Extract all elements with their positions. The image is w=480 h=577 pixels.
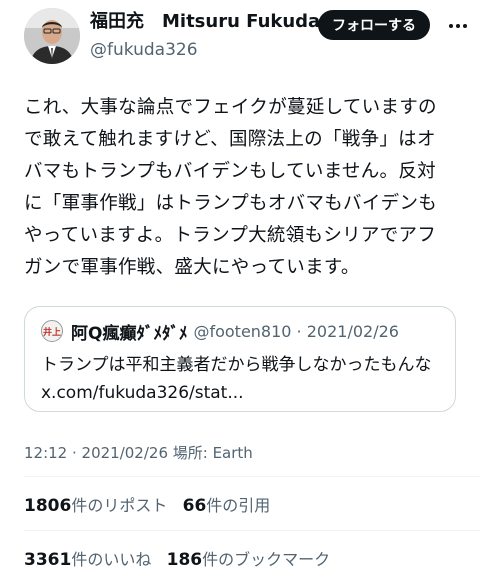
quoted-handle-date: @footen810 · 2021/02/26 xyxy=(193,321,399,341)
tweet-header: 福田充 Mitsuru Fukuda @fukuda326 フォローする xyxy=(0,0,480,80)
divider xyxy=(24,530,480,531)
likes-stat[interactable]: 3361件のいいね xyxy=(24,550,152,570)
bookmarks-count: 186 xyxy=(166,550,203,570)
quoted-display-name[interactable]: 阿Q瘋癲ﾀﾞﾒﾀﾞﾒ xyxy=(71,319,187,344)
quotes-label: 件の引用 xyxy=(206,496,271,515)
repost-quote-stats: 1806件のリポスト 66件の引用 xyxy=(24,492,270,516)
quoted-avatar[interactable]: 井上 xyxy=(41,320,63,342)
user-photo-icon xyxy=(24,8,80,64)
tweet-text: これ、大事な論点でフェイクが蔓延していますの で敢えて触れますけど、国際法上の「… xyxy=(24,92,460,284)
tweet-timestamp[interactable]: 12:12 · 2021/02/26 場所: Earth xyxy=(24,442,253,463)
reposts-label: 件のリポスト xyxy=(71,496,168,515)
tweet-text-line: で敢えて触れますけど、国際法上の「戦争」はオ xyxy=(24,129,436,150)
bookmarks-label: 件のブックマーク xyxy=(202,550,331,569)
reposts-count: 1806 xyxy=(24,496,72,516)
quoted-text-line: トランプは平和主義者だから戦争しなかったもんな xyxy=(41,355,432,375)
follow-button[interactable]: フォローする xyxy=(318,10,430,40)
divider xyxy=(24,476,480,477)
quotes-stat[interactable]: 66件の引用 xyxy=(182,496,271,516)
quoted-link[interactable]: x.com/fukuda326/stat... xyxy=(41,379,432,407)
more-dots-icon xyxy=(449,24,467,28)
quoted-tweet[interactable]: 井上 阿Q瘋癲ﾀﾞﾒﾀﾞﾒ @footen810 · 2021/02/26 トラ… xyxy=(24,306,456,412)
user-handle[interactable]: @fukuda326 xyxy=(90,38,320,62)
tweet-text-line: バマもトランプもバイデンもしていません。反対 xyxy=(24,161,436,182)
tweet-text-line: これ、大事な論点でフェイクが蔓延していますの xyxy=(24,97,437,118)
tweet-text-line: ガンで軍事作戦、盛大にやっています。 xyxy=(24,257,360,278)
tweet-text-line: に「軍事作戦」はトランプもオバマもバイデンも xyxy=(24,193,438,214)
quoted-tweet-text: トランプは平和主義者だから戦争しなかったもんな x.com/fukuda326/… xyxy=(41,351,432,407)
display-name[interactable]: 福田充 Mitsuru Fukuda xyxy=(90,10,320,34)
author-names: 福田充 Mitsuru Fukuda @fukuda326 xyxy=(90,10,320,62)
like-bookmark-stats: 3361件のいいね 186件のブックマーク xyxy=(24,546,330,570)
likes-count: 3361 xyxy=(24,550,72,570)
quotes-count: 66 xyxy=(182,496,207,516)
likes-label: 件のいいね xyxy=(71,550,152,569)
reposts-stat[interactable]: 1806件のリポスト xyxy=(24,496,168,516)
bookmarks-stat[interactable]: 186件のブックマーク xyxy=(166,550,331,570)
more-options-button[interactable] xyxy=(446,14,470,38)
avatar[interactable] xyxy=(24,8,80,64)
tweet-text-line: やっていますよ。トランプ大統領もシリアでアフ xyxy=(24,225,437,246)
quoted-tweet-header: 井上 阿Q瘋癲ﾀﾞﾒﾀﾞﾒ @footen810 · 2021/02/26 xyxy=(41,319,399,344)
